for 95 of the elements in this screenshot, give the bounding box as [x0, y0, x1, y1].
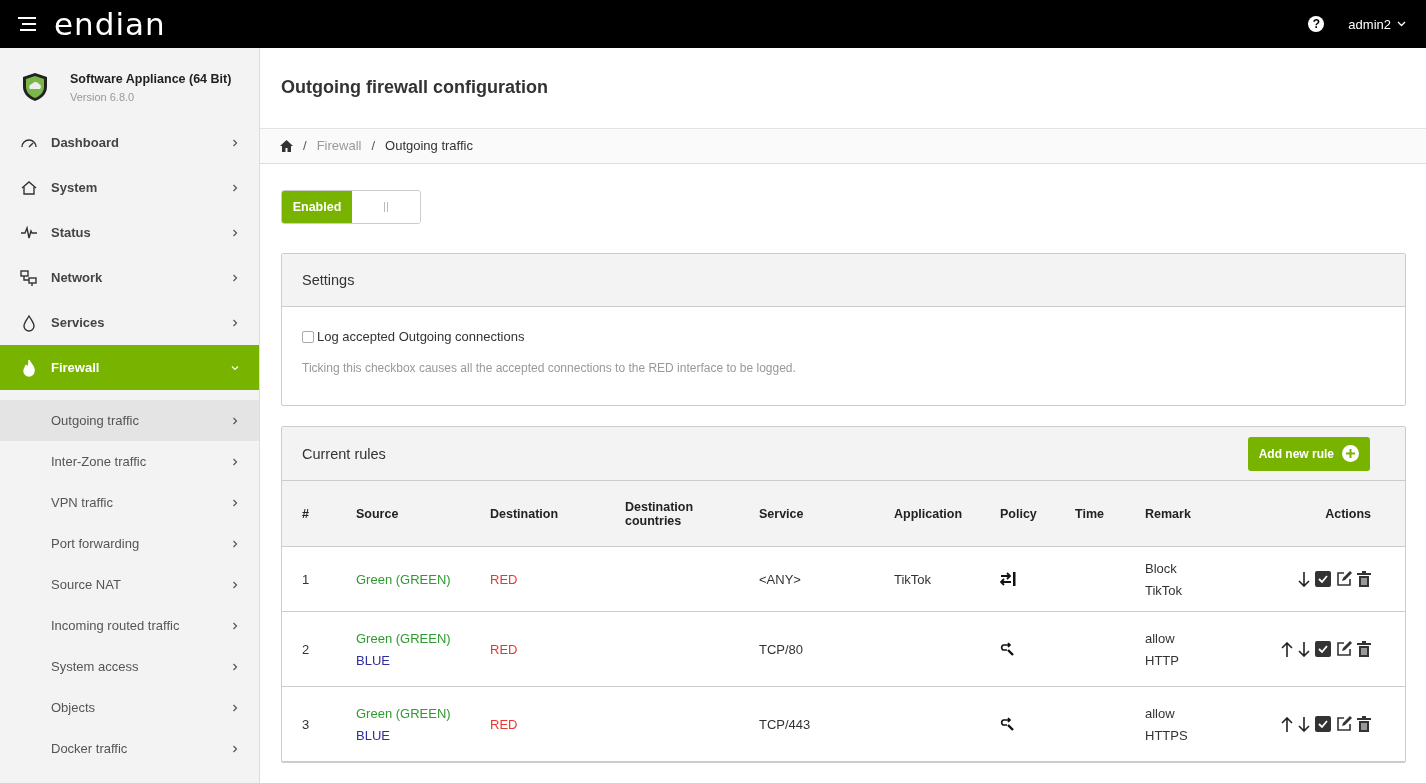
panel-title: Current rules — [302, 445, 386, 462]
edit-icon[interactable] — [1336, 571, 1352, 587]
submenu-item[interactable]: Port forwarding — [0, 523, 259, 564]
table-cell-text: 2 — [302, 641, 311, 657]
table-cell-text: TCP/443 — [759, 716, 812, 732]
table-cell-text: 3 — [302, 716, 311, 732]
zone-name: BLUE — [356, 727, 390, 743]
column-header: Actions — [1324, 506, 1371, 521]
checkbox[interactable] — [302, 330, 314, 343]
up-arrow-icon[interactable] — [1281, 716, 1293, 732]
handle-icon — [384, 202, 388, 212]
column-header: Remark — [1145, 506, 1192, 521]
submenu-item[interactable]: Inter-Zone traffic — [0, 441, 259, 482]
down-arrow-icon[interactable] — [1298, 571, 1310, 587]
submenu-item[interactable]: System access — [0, 646, 259, 687]
chevron-right-icon — [231, 662, 239, 671]
page-title: Outgoing firewall configuration — [281, 77, 548, 99]
remark-text: allow — [1145, 630, 1175, 646]
breadcrumb-current: Outgoing traffic — [385, 138, 473, 154]
reject-arrows-icon — [1000, 572, 1016, 586]
down-arrow-icon[interactable] — [1298, 716, 1310, 732]
zone-name: RED — [490, 716, 518, 732]
submenu-item[interactable]: Incoming routed traffic — [0, 605, 259, 646]
column-header: # — [302, 506, 310, 521]
sidebar-item[interactable]: Services — [0, 300, 259, 345]
panel-title: Settings — [302, 272, 355, 288]
zone-name: RED — [490, 641, 518, 657]
zone-name: Green (GREEN) — [356, 630, 451, 646]
table-cell-text: TCP/80 — [759, 641, 805, 657]
submenu-item[interactable]: Outgoing traffic — [0, 400, 259, 441]
zone-name: RED — [490, 571, 518, 587]
remark-text: Block — [1145, 560, 1177, 576]
table-cell-text: 1 — [302, 571, 311, 587]
breadcrumb-separator: / — [371, 138, 376, 154]
table-cell-text: <ANY> — [759, 571, 802, 587]
plus-circle-icon — [1342, 445, 1359, 462]
home-icon[interactable] — [280, 140, 293, 152]
remark-text: HTTP — [1145, 652, 1179, 668]
help-text: Ticking this checkbox causes all the accepted connections to the RED interface to be logged. — [302, 361, 797, 375]
submenu-item[interactable]: Docker traffic — [0, 728, 259, 769]
allow-arrows-icon — [1000, 642, 1014, 656]
submenu-item[interactable]: Objects — [0, 687, 259, 728]
user-menu[interactable]: admin2 — [1348, 16, 1406, 32]
column-header: Time — [1075, 506, 1105, 521]
chevron-right-icon — [231, 416, 239, 425]
chevron-right-icon — [231, 744, 239, 753]
sidebar-item[interactable]: Dashboard — [0, 120, 259, 165]
trash-icon[interactable] — [1357, 716, 1371, 732]
down-arrow-icon[interactable] — [1298, 641, 1310, 657]
checked-box-icon[interactable] — [1315, 571, 1331, 587]
edit-icon[interactable] — [1336, 641, 1352, 657]
drop-icon — [20, 313, 38, 332]
chevron-right-icon — [231, 539, 239, 548]
help-icon[interactable]: ? — [1308, 16, 1325, 32]
column-header: Policy — [1000, 506, 1038, 521]
column-header: Application — [894, 506, 964, 521]
column-header: Source — [356, 506, 400, 521]
submenu-item[interactable]: VPN traffic — [0, 482, 259, 523]
network-icon — [20, 268, 38, 287]
edit-icon[interactable] — [1336, 716, 1352, 732]
checkbox-label: Log accepted Outgoing connections — [317, 329, 525, 344]
column-header: Destination — [490, 506, 560, 521]
zone-name: Green (GREEN) — [356, 705, 451, 721]
checked-box-icon[interactable] — [1315, 641, 1331, 657]
sidebar-item[interactable]: Network — [0, 255, 259, 300]
remark-text: TikTok — [1145, 582, 1183, 598]
version-text: Version 6.8.0 — [70, 91, 136, 103]
remark-text: allow — [1145, 705, 1175, 721]
column-header: Service — [759, 506, 805, 521]
submenu-item[interactable]: Source NAT — [0, 564, 259, 605]
remark-text: HTTPS — [1145, 727, 1188, 743]
caret-icon — [1397, 21, 1406, 27]
trash-icon[interactable] — [1357, 571, 1371, 587]
flame-icon — [20, 358, 38, 377]
allow-arrows-icon — [1000, 717, 1014, 731]
up-arrow-icon[interactable] — [1281, 641, 1293, 657]
checked-box-icon[interactable] — [1315, 716, 1331, 732]
trash-icon[interactable] — [1357, 641, 1371, 657]
chevron-right-icon — [231, 498, 239, 507]
sidebar-item[interactable]: Status — [0, 210, 259, 255]
menu-icon[interactable] — [18, 17, 36, 31]
zone-name: BLUE — [356, 652, 390, 668]
house-icon — [20, 178, 38, 197]
chevron-right-icon — [231, 703, 239, 712]
chevron-right-icon — [231, 457, 239, 466]
chevron-right-icon — [231, 621, 239, 630]
column-header: Destination countries — [625, 499, 695, 528]
sidebar-item[interactable]: System — [0, 165, 259, 210]
breadcrumb-separator: / — [303, 138, 307, 154]
product-name: Software Appliance (64 Bit) — [70, 72, 232, 86]
zone-name: Green (GREEN) — [356, 571, 451, 587]
shield-icon — [22, 72, 48, 102]
table-cell: TikTok — [894, 571, 932, 587]
chevron-right-icon — [231, 580, 239, 589]
endian-logo[interactable]: endian — [54, 8, 166, 40]
